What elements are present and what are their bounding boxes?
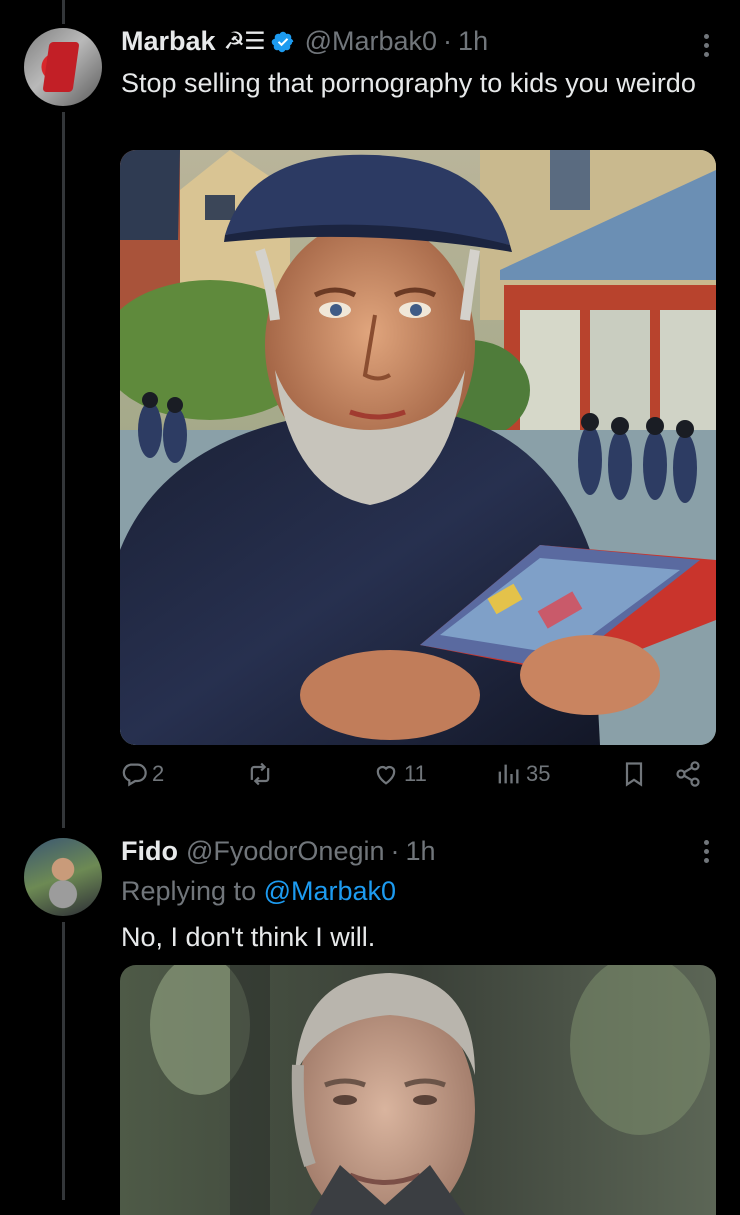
heart-icon bbox=[376, 766, 396, 785]
views-button[interactable]: 35 bbox=[494, 760, 550, 788]
thread-line-reply bbox=[62, 922, 65, 1200]
post-image[interactable] bbox=[120, 150, 716, 745]
replying-to-mention[interactable]: @Marbak0 bbox=[264, 876, 396, 906]
author-handle[interactable]: @Marbak0 bbox=[305, 26, 437, 57]
share-icon bbox=[676, 761, 700, 787]
bookmark-button[interactable] bbox=[620, 760, 648, 788]
reply-count: 2 bbox=[152, 761, 165, 786]
reply-button[interactable]: 2 bbox=[120, 760, 164, 788]
post-text: Stop selling that pornography to kids yo… bbox=[121, 68, 696, 98]
reply-text: No, I don't think I will. bbox=[121, 922, 376, 952]
views-icon bbox=[498, 764, 519, 784]
like-count: 11 bbox=[404, 761, 427, 786]
replying-to-prefix: Replying to bbox=[121, 876, 257, 906]
avatar-fido[interactable] bbox=[24, 838, 102, 916]
repost-button[interactable] bbox=[246, 760, 278, 788]
reply-header: Fido @FyodorOnegin · 1h bbox=[121, 836, 436, 867]
author-name[interactable]: Marbak bbox=[121, 26, 216, 57]
post-actions-bar: 2 11 35 bbox=[0, 760, 740, 800]
reply-photo-image bbox=[120, 965, 716, 1215]
reply-author-handle[interactable]: @FyodorOnegin bbox=[186, 836, 385, 867]
post-time[interactable]: 1h bbox=[458, 26, 488, 57]
views-count: 35 bbox=[526, 761, 551, 786]
thread-line-main bbox=[62, 112, 65, 828]
reply-more-options-icon[interactable] bbox=[702, 840, 710, 863]
reply-image[interactable] bbox=[120, 965, 716, 1215]
like-button[interactable]: 11 bbox=[372, 760, 427, 788]
post-header: Marbak ☭☰ @Marbak0 · 1h bbox=[121, 26, 488, 57]
bookmark-icon bbox=[625, 762, 643, 787]
repost-icon bbox=[250, 762, 270, 786]
reply-time[interactable]: 1h bbox=[406, 836, 436, 867]
share-button[interactable] bbox=[674, 760, 702, 788]
reply-icon bbox=[122, 763, 147, 787]
name-emoji-glyphs: ☭☰ bbox=[223, 28, 266, 55]
verified-badge-icon bbox=[271, 31, 293, 52]
reply-separator-dot: · bbox=[390, 836, 400, 866]
painting-image bbox=[120, 150, 716, 745]
more-options-icon[interactable] bbox=[702, 34, 710, 57]
separator-dot: · bbox=[443, 26, 453, 56]
avatar-marbak[interactable] bbox=[24, 28, 102, 106]
reply-author-name[interactable]: Fido bbox=[121, 836, 178, 867]
thread-line-top bbox=[62, 0, 65, 24]
replying-to-line: Replying to @Marbak0 bbox=[121, 872, 396, 910]
